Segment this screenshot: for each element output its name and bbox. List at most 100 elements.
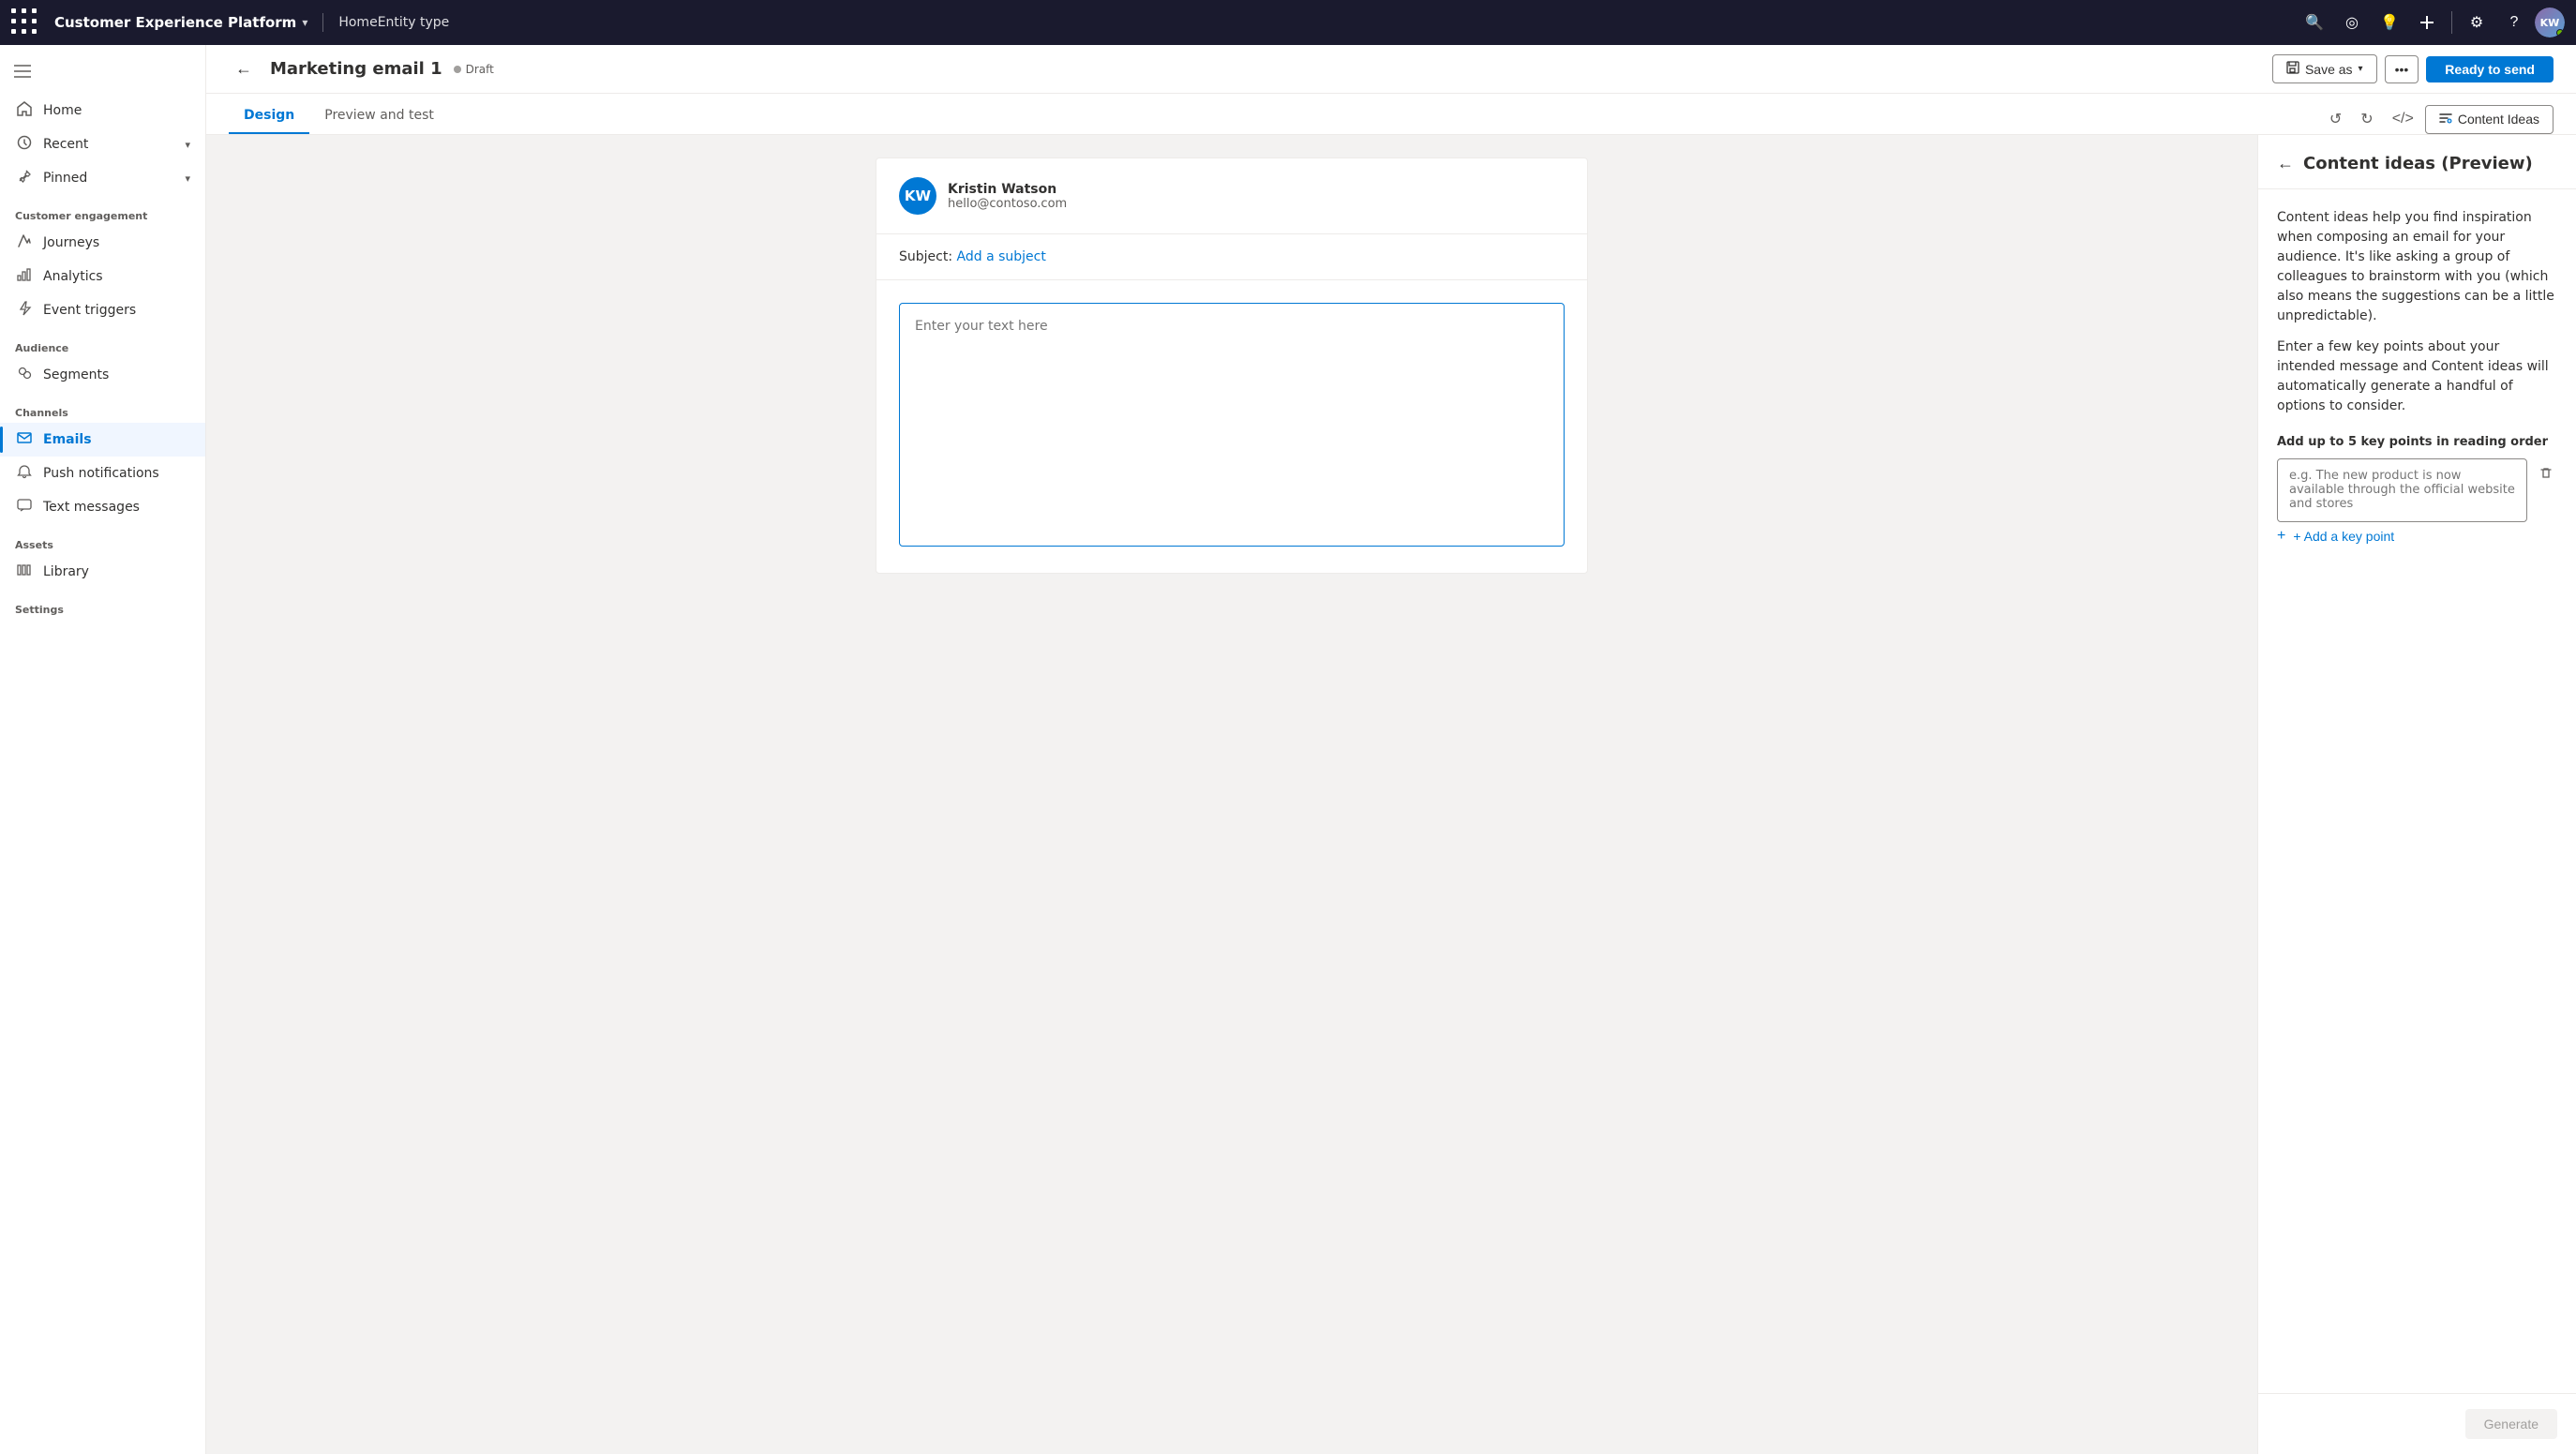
sidebar-item-text-messages[interactable]: Text messages bbox=[0, 490, 205, 524]
sidebar-pinned-label: Pinned bbox=[43, 171, 87, 186]
main-layout: Home Recent ▾ Pinned ▾ Customer engageme… bbox=[0, 45, 2576, 1454]
tab-design[interactable]: Design bbox=[229, 98, 309, 134]
content-ideas-button[interactable]: Content Ideas bbox=[2425, 105, 2554, 134]
key-point-row bbox=[2277, 458, 2557, 522]
sidebar-item-home[interactable]: Home bbox=[0, 94, 205, 127]
sidebar-analytics-label: Analytics bbox=[43, 269, 103, 284]
sidebar-segments-label: Segments bbox=[43, 367, 109, 382]
sidebar-item-pinned[interactable]: Pinned ▾ bbox=[0, 161, 205, 195]
sidebar: Home Recent ▾ Pinned ▾ Customer engageme… bbox=[0, 45, 206, 1454]
sidebar-journeys-label: Journeys bbox=[43, 235, 99, 250]
more-options-button[interactable]: ••• bbox=[2385, 55, 2419, 83]
back-arrow-icon: ← bbox=[235, 59, 252, 79]
panel-desc-2: Enter a few key points about your intend… bbox=[2277, 337, 2557, 416]
lightbulb-icon-button[interactable]: 💡 bbox=[2373, 6, 2406, 39]
right-panel-header: ← Content ideas (Preview) bbox=[2258, 135, 2576, 189]
email-canvas-scroll: KW Kristin Watson hello@contoso.com Subj… bbox=[206, 135, 2257, 1454]
tab-preview-test[interactable]: Preview and test bbox=[309, 98, 449, 134]
sender-name: Kristin Watson bbox=[948, 182, 1067, 197]
section-customer-engagement: Customer engagement bbox=[0, 195, 205, 226]
ready-to-send-button[interactable]: Ready to send bbox=[2426, 56, 2554, 82]
recent-chevron-icon: ▾ bbox=[185, 139, 190, 151]
sidebar-library-label: Library bbox=[43, 564, 89, 579]
sender-avatar: KW bbox=[899, 177, 936, 215]
save-as-button[interactable]: Save as ▾ bbox=[2272, 54, 2377, 83]
section-audience: Audience bbox=[0, 327, 205, 358]
sender-email: hello@contoso.com bbox=[948, 197, 1067, 211]
save-as-chevron-icon: ▾ bbox=[2359, 64, 2363, 74]
subject-link[interactable]: Add a subject bbox=[957, 249, 1046, 264]
sidebar-text-messages-label: Text messages bbox=[43, 500, 140, 515]
sidebar-recent-label: Recent bbox=[43, 137, 88, 152]
sidebar-item-event-triggers[interactable]: Event triggers bbox=[0, 293, 205, 327]
emails-icon bbox=[15, 430, 34, 449]
panel-footer: Generate bbox=[2258, 1393, 2576, 1454]
sidebar-item-library[interactable]: Library bbox=[0, 555, 205, 589]
content-ideas-icon bbox=[2439, 112, 2452, 127]
ready-to-send-label: Ready to send bbox=[2445, 62, 2535, 77]
email-body-input[interactable] bbox=[899, 303, 1565, 547]
search-icon-button[interactable]: 🔍 bbox=[2298, 6, 2331, 39]
section-settings: Settings bbox=[0, 589, 205, 620]
generate-button[interactable]: Generate bbox=[2465, 1409, 2557, 1439]
brand-name-text: Customer Experience Platform bbox=[54, 14, 296, 31]
segments-icon bbox=[15, 366, 34, 384]
draft-status-label: Draft bbox=[466, 63, 494, 76]
section-assets: Assets bbox=[0, 524, 205, 555]
code-icon: </> bbox=[2392, 111, 2414, 127]
undo-button[interactable]: ↺ bbox=[2322, 104, 2349, 134]
top-nav-actions: 🔍 ◎ 💡 ⚙ ? KW bbox=[2298, 6, 2565, 39]
home-icon bbox=[15, 101, 34, 120]
text-messages-icon bbox=[15, 498, 34, 517]
page-header-actions: Save as ▾ ••• Ready to send bbox=[2272, 54, 2554, 83]
brand-name[interactable]: Customer Experience Platform ▾ bbox=[54, 14, 307, 31]
content-area: ← Marketing email 1 Draft Save as ▾ ••• bbox=[206, 45, 2576, 1454]
avatar[interactable]: KW bbox=[2535, 7, 2565, 37]
help-icon-button[interactable]: ? bbox=[2497, 6, 2531, 39]
sidebar-item-push-notifications[interactable]: Push notifications bbox=[0, 457, 205, 490]
page-header: ← Marketing email 1 Draft Save as ▾ ••• bbox=[206, 45, 2576, 94]
app-grid-icon[interactable] bbox=[11, 8, 39, 37]
sidebar-item-segments[interactable]: Segments bbox=[0, 358, 205, 392]
redo-button[interactable]: ↻ bbox=[2353, 104, 2380, 134]
nav-divider-vertical bbox=[2451, 11, 2452, 34]
sidebar-home-label: Home bbox=[43, 103, 82, 118]
add-key-point-label: + Add a key point bbox=[2293, 529, 2394, 544]
key-points-label: Add up to 5 key points in reading order bbox=[2277, 435, 2557, 449]
panel-back-button[interactable]: ← bbox=[2277, 154, 2294, 173]
library-icon bbox=[15, 562, 34, 581]
sidebar-item-journeys[interactable]: Journeys bbox=[0, 226, 205, 260]
pinned-chevron-icon: ▾ bbox=[185, 172, 190, 185]
settings-icon-button[interactable]: ⚙ bbox=[2460, 6, 2494, 39]
redo-icon: ↻ bbox=[2360, 110, 2373, 128]
add-key-point-button[interactable]: + + Add a key point bbox=[2277, 522, 2394, 550]
analytics-icon bbox=[15, 267, 34, 286]
code-view-button[interactable]: </> bbox=[2385, 105, 2421, 133]
email-body bbox=[876, 280, 1587, 573]
save-as-label: Save as bbox=[2305, 62, 2353, 77]
entity-type-label: HomeEntity type bbox=[338, 15, 449, 30]
target-icon-button[interactable]: ◎ bbox=[2335, 6, 2369, 39]
key-points-section: Add up to 5 key points in reading order … bbox=[2277, 435, 2557, 550]
pinned-icon bbox=[15, 169, 34, 187]
email-sender-section: KW Kristin Watson hello@contoso.com bbox=[876, 158, 1587, 234]
add-icon-button[interactable] bbox=[2410, 6, 2444, 39]
back-button[interactable]: ← bbox=[229, 54, 259, 84]
status-badge: Draft bbox=[454, 63, 494, 76]
sidebar-collapse-button[interactable] bbox=[7, 56, 37, 86]
journeys-icon bbox=[15, 233, 34, 252]
panel-body: Content ideas help you find inspiration … bbox=[2258, 189, 2576, 1393]
tab-design-label: Design bbox=[244, 108, 294, 123]
more-icon: ••• bbox=[2395, 62, 2409, 77]
subject-label: Subject: bbox=[899, 249, 952, 264]
recent-icon bbox=[15, 135, 34, 154]
key-point-input[interactable] bbox=[2277, 458, 2527, 522]
content-ideas-label: Content Ideas bbox=[2458, 112, 2539, 127]
page-tabs: Design Preview and test ↺ ↻ </> bbox=[206, 94, 2576, 135]
sidebar-item-recent[interactable]: Recent ▾ bbox=[0, 127, 205, 161]
sidebar-item-emails[interactable]: Emails bbox=[0, 423, 205, 457]
delete-key-point-button[interactable] bbox=[2535, 458, 2557, 493]
email-card: KW Kristin Watson hello@contoso.com Subj… bbox=[876, 157, 1588, 574]
top-navigation: Customer Experience Platform ▾ HomeEntit… bbox=[0, 0, 2576, 45]
sidebar-item-analytics[interactable]: Analytics bbox=[0, 260, 205, 293]
